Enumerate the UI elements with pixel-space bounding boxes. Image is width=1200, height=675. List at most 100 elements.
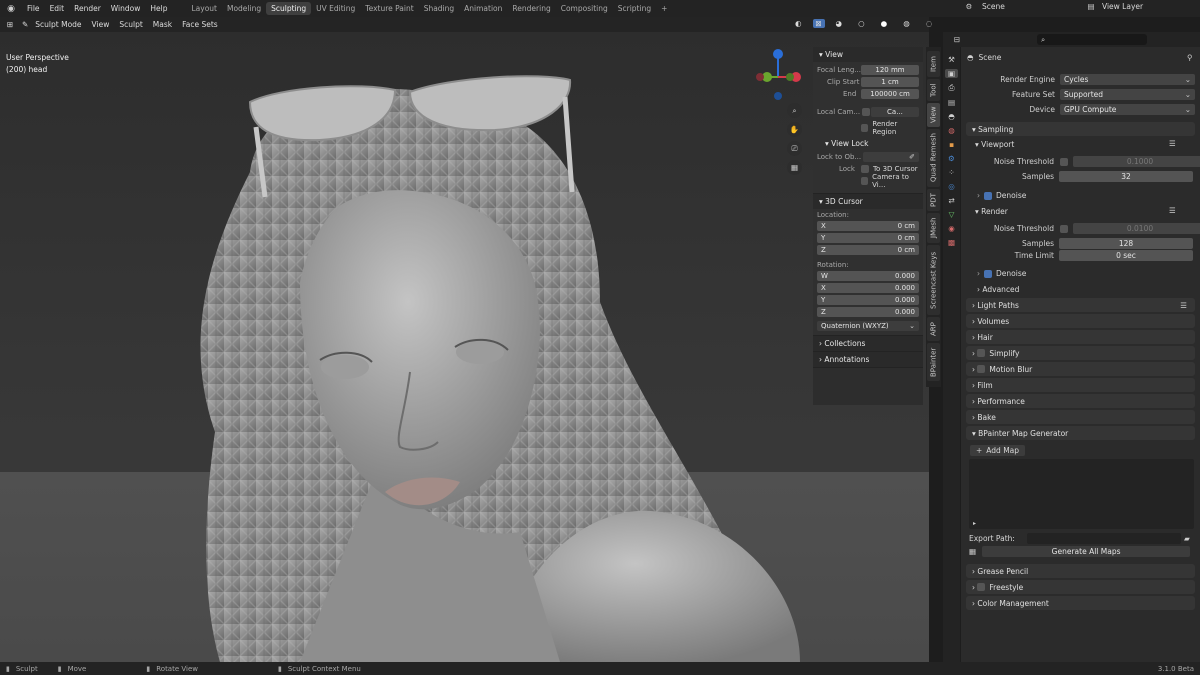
r-denoise-expand-icon[interactable]: › (977, 269, 980, 278)
modifier-tab-icon[interactable]: ⚙ (948, 154, 955, 163)
hair-header[interactable]: › Hair (966, 330, 1195, 344)
rotation-z-field[interactable]: Z 0.000 (817, 307, 919, 317)
add-workspace-button[interactable]: + (656, 2, 672, 15)
3d-viewport[interactable]: User Perspective (200) head ⌕ ✋ ⎚ ▦ (0, 32, 929, 662)
tool-tab-icon[interactable]: ⚒ (948, 55, 955, 64)
view-layer-selector[interactable]: ▤ View Layer (1085, 2, 1143, 11)
film-header[interactable]: › Film (966, 378, 1195, 392)
tab-jmesh[interactable]: JMesh (927, 213, 940, 243)
list-icon[interactable]: ☰ (1180, 301, 1187, 310)
material-shading-icon[interactable]: ◍ (898, 19, 915, 28)
menu-render[interactable]: Render (69, 4, 106, 13)
freestyle-header[interactable]: › Freestyle (966, 580, 1195, 594)
vp-samples-field[interactable]: 32 (1059, 171, 1193, 182)
menu-help[interactable]: Help (145, 4, 172, 13)
menu-file[interactable]: File (22, 4, 45, 13)
scene-tab-icon[interactable]: ◓ (948, 112, 955, 121)
vp-denoise-checkbox[interactable] (984, 191, 992, 200)
solid-shading-icon[interactable]: ● (876, 19, 893, 28)
light-paths-header[interactable]: › Light Paths ☰ (966, 298, 1195, 312)
rotation-x-field[interactable]: X 0.000 (817, 283, 919, 293)
eyedropper-icon[interactable]: ✐ (909, 153, 915, 161)
clip-end-field[interactable]: 100000 cm (861, 89, 919, 99)
collections-header[interactable]: › Collections (813, 336, 923, 351)
blender-logo-icon[interactable]: ◉ (4, 4, 18, 14)
tab-uv-editing[interactable]: UV Editing (311, 2, 360, 15)
viewport-menu-view[interactable]: View (87, 20, 115, 29)
scene-selector[interactable]: ⚙ Scene (962, 2, 1005, 11)
grid-view-icon[interactable]: ▦ (787, 160, 802, 175)
grease-pencil-header[interactable]: › Grease Pencil (966, 564, 1195, 578)
3d-cursor-header[interactable]: ▾ 3D Cursor (813, 194, 923, 209)
bake-header[interactable]: › Bake (966, 410, 1195, 424)
tab-animation[interactable]: Animation (459, 2, 507, 15)
tab-scripting[interactable]: Scripting (613, 2, 656, 15)
local-camera-checkbox[interactable] (861, 108, 870, 116)
time-limit-field[interactable]: 0 sec (1059, 250, 1193, 261)
rendered-shading-icon[interactable]: ◌ (921, 19, 938, 28)
editor-type-icon[interactable]: ⊞ (0, 20, 20, 29)
render-subheader[interactable]: ▾ Render (975, 207, 1008, 216)
viewport-menu-sculpt[interactable]: Sculpt (114, 20, 147, 29)
data-tab-icon[interactable]: ▽ (949, 210, 955, 219)
r-denoise-checkbox[interactable] (984, 269, 992, 278)
camera-to-view-checkbox[interactable] (861, 177, 869, 185)
list-icon[interactable]: ☰ (1169, 139, 1176, 148)
map-list[interactable]: ▸ (969, 459, 1194, 529)
export-path-input[interactable] (1026, 533, 1181, 544)
xray-icon[interactable]: ⊠ (812, 19, 825, 28)
simplify-checkbox[interactable] (977, 349, 986, 357)
motion-blur-header[interactable]: › Motion Blur (966, 362, 1195, 376)
world-tab-icon[interactable]: ◍ (948, 126, 955, 135)
simplify-header[interactable]: › Simplify (966, 346, 1195, 360)
tab-layout[interactable]: Layout (186, 2, 222, 15)
color-management-header[interactable]: › Color Management (966, 596, 1195, 610)
lock-to-object-field[interactable]: ✐ (863, 152, 919, 162)
volumes-header[interactable]: › Volumes (966, 314, 1195, 328)
annotations-header[interactable]: › Annotations (813, 352, 923, 367)
sampling-header[interactable]: ▾ Sampling (966, 122, 1195, 136)
viewport-menu-face-sets[interactable]: Face Sets (177, 20, 223, 29)
view-lock-header[interactable]: ▾ View Lock (813, 136, 923, 151)
advanced-subheader[interactable]: › Advanced (977, 285, 1019, 294)
properties-search-input[interactable]: ⌕ (1037, 34, 1147, 45)
focal-length-field[interactable]: 120 mm (861, 65, 919, 75)
r-noise-threshold-field[interactable]: 0.0100 (1073, 223, 1200, 234)
tab-pdt[interactable]: PDT (927, 189, 940, 211)
tab-screencast-keys[interactable]: Screencast Keys (927, 245, 940, 315)
tab-quad-remesh[interactable]: Quad Remesh (927, 129, 940, 187)
physics-tab-icon[interactable]: ◎ (948, 182, 955, 191)
view-layer-tab-icon[interactable]: ▤ (948, 98, 955, 107)
rotation-w-field[interactable]: W 0.000 (817, 271, 919, 281)
wireframe-shading-icon[interactable]: ○ (853, 19, 870, 28)
visibility-icon[interactable]: ◐ (790, 19, 807, 28)
feature-set-dropdown[interactable]: Supported ⌄ (1060, 89, 1195, 100)
tab-item[interactable]: Item (927, 51, 940, 77)
freestyle-checkbox[interactable] (977, 583, 986, 591)
render-region-checkbox[interactable] (861, 124, 869, 132)
add-map-button[interactable]: + Add Map (970, 445, 1026, 456)
bpainter-map-generator-header[interactable]: ▾ BPainter Map Generator (966, 426, 1195, 440)
local-camera-field[interactable]: Ca... (870, 107, 919, 117)
r-noise-threshold-checkbox[interactable] (1060, 224, 1068, 233)
render-engine-dropdown[interactable]: Cycles ⌄ (1060, 74, 1195, 85)
device-dropdown[interactable]: GPU Compute ⌄ (1060, 104, 1195, 115)
generate-all-maps-button[interactable]: Generate All Maps (982, 546, 1191, 557)
output-tab-icon[interactable]: ⎙ (949, 83, 955, 93)
object-tab-icon[interactable]: ▪ (949, 140, 954, 149)
navigation-gizmo[interactable] (750, 42, 810, 102)
tab-sculpting[interactable]: Sculpting (266, 2, 312, 15)
r-samples-field[interactable]: 128 (1059, 238, 1193, 249)
tab-texture-paint[interactable]: Texture Paint (360, 2, 418, 15)
pan-hand-icon[interactable]: ✋ (787, 122, 802, 137)
vp-noise-threshold-checkbox[interactable] (1060, 157, 1068, 166)
list-icon[interactable]: ☰ (1169, 206, 1176, 215)
render-tab-icon[interactable]: ▣ (945, 69, 958, 78)
material-tab-icon[interactable]: ◉ (948, 224, 955, 233)
menu-window[interactable]: Window (106, 4, 146, 13)
properties-editor-icon[interactable]: ⊟ (947, 35, 967, 44)
view-section-header[interactable]: ▾ View (813, 47, 923, 62)
tab-arp[interactable]: ARP (927, 317, 940, 341)
vp-denoise-expand-icon[interactable]: › (977, 191, 980, 200)
menu-edit[interactable]: Edit (45, 4, 70, 13)
